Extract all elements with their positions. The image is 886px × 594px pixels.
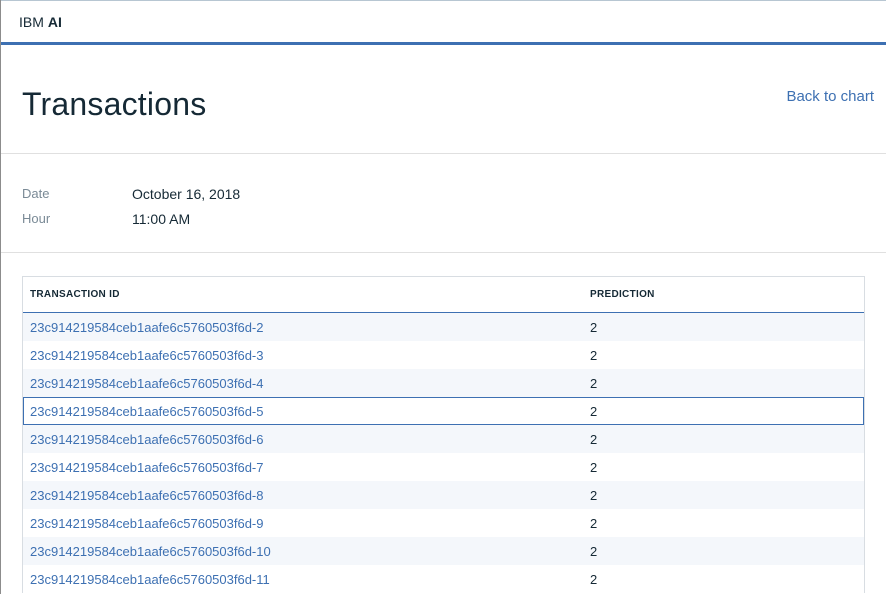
prediction-value: 2 — [590, 515, 598, 531]
prediction-value: 2 — [590, 347, 598, 363]
table-row[interactable]: 23c914219584ceb1aafe6c5760503f6d-5 2 — [23, 397, 864, 425]
transaction-id-link[interactable]: 23c914219584ceb1aafe6c5760503f6d-10 — [23, 544, 583, 559]
hour-value: 11:00 AM — [132, 210, 191, 227]
prediction-value: 2 — [590, 543, 598, 559]
transaction-id-link[interactable]: 23c914219584ceb1aafe6c5760503f6d-5 — [23, 404, 583, 419]
transaction-id-link[interactable]: 23c914219584ceb1aafe6c5760503f6d-11 — [23, 572, 583, 587]
transaction-id-link[interactable]: 23c914219584ceb1aafe6c5760503f6d-9 — [23, 516, 583, 531]
transaction-id-link[interactable]: 23c914219584ceb1aafe6c5760503f6d-3 — [23, 348, 583, 363]
prediction-value: 2 — [590, 431, 598, 447]
page-header: Transactions Back to chart — [1, 45, 886, 154]
table-row[interactable]: 23c914219584ceb1aafe6c5760503f6d-6 2 — [23, 425, 864, 453]
back-to-chart-link[interactable]: Back to chart — [786, 88, 874, 105]
transaction-id-link[interactable]: 23c914219584ceb1aafe6c5760503f6d-7 — [23, 460, 583, 475]
table-row[interactable]: 23c914219584ceb1aafe6c5760503f6d-3 2 — [23, 341, 864, 369]
brand-name: IBM — [19, 13, 44, 30]
date-label: Date — [22, 186, 50, 201]
prediction-value: 2 — [590, 403, 598, 419]
table-header: TRANSACTION ID PREDICTION — [23, 277, 864, 313]
top-nav-bar: IBM AI — [1, 0, 886, 45]
prediction-value: 2 — [590, 487, 598, 503]
prediction-value: 2 — [590, 459, 598, 475]
hour-label: Hour — [22, 211, 51, 226]
meta-row-hour: Hour 11:00 AM — [1, 206, 886, 231]
brand-name-bold: AI — [47, 13, 62, 30]
prediction-value: 2 — [590, 375, 598, 391]
table-row[interactable]: 23c914219584ceb1aafe6c5760503f6d-8 2 — [23, 481, 864, 509]
prediction-value: 2 — [590, 319, 598, 335]
table-row[interactable]: 23c914219584ceb1aafe6c5760503f6d-4 2 — [23, 369, 864, 397]
date-value: October 16, 2018 — [132, 185, 241, 202]
transaction-id-link[interactable]: 23c914219584ceb1aafe6c5760503f6d-6 — [23, 432, 583, 447]
transaction-id-link[interactable]: 23c914219584ceb1aafe6c5760503f6d-4 — [23, 376, 583, 391]
page-title: Transactions — [22, 86, 207, 122]
app-frame: IBM AI Transactions Back to chart Date Oc… — [0, 0, 886, 594]
table-row[interactable]: 23c914219584ceb1aafe6c5760503f6d-9 2 — [23, 509, 864, 537]
table-body: 23c914219584ceb1aafe6c5760503f6d-2 2 23c91… — [23, 313, 864, 593]
column-header-prediction[interactable]: PREDICTION — [583, 289, 655, 300]
column-header-transaction-id[interactable]: TRANSACTION ID — [23, 289, 583, 300]
transaction-id-link[interactable]: 23c914219584ceb1aafe6c5760503f6d-8 — [23, 488, 583, 503]
meta-row-date: Date October 16, 2018 — [1, 181, 886, 206]
table-row[interactable]: 23c914219584ceb1aafe6c5760503f6d-11 2 — [23, 565, 864, 593]
table-row[interactable]: 23c914219584ceb1aafe6c5760503f6d-10 2 — [23, 537, 864, 565]
transactions-table: TRANSACTION ID PREDICTION 23c914219584ce… — [22, 276, 865, 593]
transaction-meta: Date October 16, 2018 Hour 11:00 AM — [1, 154, 886, 253]
table-row[interactable]: 23c914219584ceb1aafe6c5760503f6d-7 2 — [23, 453, 864, 481]
transaction-id-link[interactable]: 23c914219584ceb1aafe6c5760503f6d-2 — [23, 320, 583, 335]
brand-logo[interactable]: IBM AI — [19, 14, 62, 30]
table-row[interactable]: 23c914219584ceb1aafe6c5760503f6d-2 2 — [23, 313, 864, 341]
prediction-value: 2 — [590, 571, 598, 587]
